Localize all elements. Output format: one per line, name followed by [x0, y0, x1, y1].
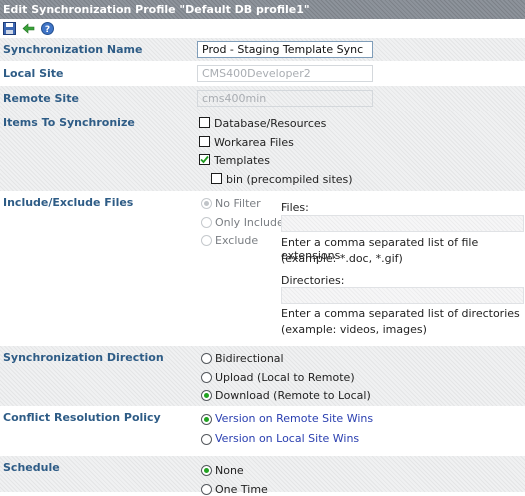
- local-wins-label[interactable]: Version on Local Site Wins: [215, 432, 359, 445]
- files-input[interactable]: [281, 215, 524, 232]
- bin-label: bin (precompiled sites): [226, 173, 353, 186]
- workarea-checkbox[interactable]: [199, 136, 210, 147]
- exclude-label: Exclude: [215, 234, 259, 247]
- toolbar: ?: [0, 19, 525, 38]
- row-remote-site: Remote Site cms400min: [0, 86, 525, 111]
- row-sync-name: Synchronization Name Prod - Staging Temp…: [0, 38, 525, 61]
- row-conflict: Conflict Resolution Policy Version on Re…: [0, 406, 525, 456]
- row-include-exclude: Include/Exclude Files No Filter Only Inc…: [0, 191, 525, 346]
- only-include-label: Only Include: [215, 216, 284, 229]
- help-icon[interactable]: ?: [41, 22, 54, 35]
- checkmark-icon: [200, 155, 209, 164]
- local-wins-radio[interactable]: [201, 434, 212, 445]
- no-filter-label: No Filter: [215, 197, 261, 210]
- workarea-label: Workarea Files: [214, 136, 294, 149]
- row-local-site: Local Site CMS400Developer2: [0, 61, 525, 86]
- svg-text:?: ?: [45, 25, 50, 35]
- local-site-field: CMS400Developer2: [197, 65, 373, 82]
- directories-label: Directories:: [281, 274, 345, 287]
- schedule-onetime-radio[interactable]: [201, 484, 212, 495]
- remote-wins-label[interactable]: Version on Remote Site Wins: [215, 412, 373, 425]
- conflict-label: Conflict Resolution Policy: [3, 411, 161, 424]
- window-title: Edit Synchronization Profile "Default DB…: [0, 0, 525, 19]
- row-direction: Synchronization Direction Bidirectional …: [0, 346, 525, 406]
- save-icon[interactable]: [3, 22, 16, 35]
- bin-checkbox[interactable]: [211, 173, 222, 184]
- database-checkbox[interactable]: [199, 117, 210, 128]
- upload-radio[interactable]: [201, 372, 212, 383]
- schedule-label: Schedule: [3, 461, 60, 474]
- dirs-help-line2: (example: videos, images): [281, 323, 427, 336]
- files-help-line2: (example: *.doc, *.gif): [281, 252, 403, 265]
- include-exclude-label: Include/Exclude Files: [3, 196, 134, 209]
- back-icon[interactable]: [22, 22, 35, 35]
- remote-wins-radio[interactable]: [201, 414, 212, 425]
- row-items: Items To Synchronize Database/Resources …: [0, 111, 525, 191]
- directories-input[interactable]: [281, 287, 524, 304]
- templates-label: Templates: [214, 154, 270, 167]
- database-label: Database/Resources: [214, 117, 327, 130]
- local-site-label: Local Site: [3, 67, 64, 80]
- sync-name-input[interactable]: Prod - Staging Template Sync: [197, 41, 373, 58]
- only-include-radio[interactable]: [201, 217, 212, 228]
- remote-site-label: Remote Site: [3, 92, 79, 105]
- files-label: Files:: [281, 201, 309, 214]
- items-label: Items To Synchronize: [3, 116, 135, 129]
- schedule-none-label: None: [215, 464, 244, 477]
- exclude-radio[interactable]: [201, 235, 212, 246]
- upload-label: Upload (Local to Remote): [215, 371, 355, 384]
- schedule-none-radio[interactable]: [201, 465, 212, 476]
- no-filter-radio[interactable]: [201, 198, 212, 209]
- templates-checkbox[interactable]: [199, 154, 210, 165]
- dirs-help-line1: Enter a comma separated list of director…: [281, 307, 520, 320]
- bidirectional-radio[interactable]: [201, 353, 212, 364]
- bidirectional-label: Bidirectional: [215, 352, 284, 365]
- sync-name-label: Synchronization Name: [3, 43, 143, 56]
- direction-label: Synchronization Direction: [3, 351, 164, 364]
- schedule-onetime-label: One Time: [215, 483, 268, 496]
- remote-site-field: cms400min: [197, 90, 373, 107]
- download-radio[interactable]: [201, 390, 212, 401]
- download-label: Download (Remote to Local): [215, 389, 371, 402]
- row-schedule: Schedule None One Time: [0, 456, 525, 496]
